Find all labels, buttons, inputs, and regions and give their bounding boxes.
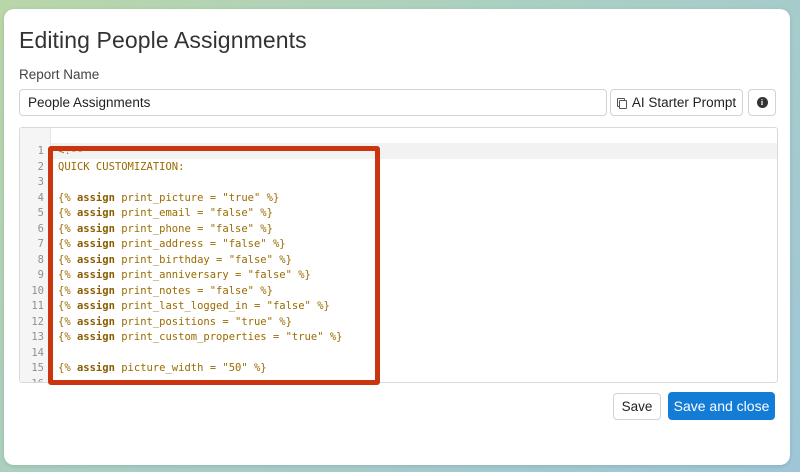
line-number: 14	[31, 346, 44, 359]
code-line[interactable]: QUICK CUSTOMIZATION:	[51, 159, 777, 175]
code-line-text: {% assign print_address = "false" %}	[58, 238, 286, 250]
save-and-close-button[interactable]: Save and close	[668, 392, 775, 420]
code-line-text: {% assign print_custom_properties = "tru…	[58, 331, 343, 343]
code-line-text: {% assign print_anniversary = "false" %}	[58, 269, 311, 281]
report-name-input[interactable]	[19, 89, 607, 116]
info-button[interactable]: i	[748, 89, 776, 116]
code-line[interactable]: {% assign print_picture = "true" %}	[51, 190, 777, 206]
code-line[interactable]: {% assign picture_width = "50" %}	[51, 360, 777, 376]
line-number: 2	[37, 160, 44, 173]
code-line[interactable]	[51, 376, 777, 383]
code-line[interactable]: {% assign print_birthday = "false" %}	[51, 252, 777, 268]
code-area[interactable]: <!-- QUICK CUSTOMIZATION: {% assign print_…	[51, 128, 777, 382]
edit-report-dialog: Editing People Assignments Report Name A…	[4, 9, 790, 465]
line-number: 12	[31, 315, 44, 328]
info-icon: i	[756, 97, 768, 108]
page-title: Editing People Assignments	[19, 27, 307, 53]
code-line[interactable]: {% assign print_custom_properties = "tru…	[51, 329, 777, 345]
code-line[interactable]: {% assign print_notes = "false" %}	[51, 283, 777, 299]
code-line[interactable]: {% assign print_address = "false" %}	[51, 236, 777, 252]
report-name-label: Report Name	[19, 67, 100, 82]
code-line[interactable]: {% assign print_email = "false" %}	[51, 205, 777, 221]
code-line[interactable]: {% assign print_last_logged_in = "false"…	[51, 298, 777, 314]
ai-starter-prompt-label: AI Starter Prompt	[631, 95, 737, 110]
code-line-text: {% assign print_last_logged_in = "false"…	[58, 300, 330, 312]
code-line-text: {% assign print_email = "false" %}	[58, 207, 273, 219]
line-number: 3	[37, 176, 44, 188]
code-line-text: {% assign print_birthday = "false" %}	[58, 253, 292, 266]
code-line[interactable]	[51, 345, 777, 361]
line-number: 16	[20, 376, 44, 383]
save-button[interactable]: Save	[613, 393, 661, 420]
code-editor[interactable]: <!-- QUICK CUSTOMIZATION: {% assign print_…	[19, 127, 778, 383]
code-line-text: QUICK CUSTOMIZATION:	[58, 160, 185, 173]
line-number: 13	[31, 331, 44, 343]
line-number: 6	[37, 222, 44, 235]
line-number: 4	[37, 191, 44, 204]
line-number: 7	[37, 238, 44, 250]
line-number: 11	[31, 300, 44, 312]
copy-icon	[616, 97, 627, 109]
line-number: 8	[37, 253, 44, 266]
code-line-text: {% assign print_positions = "true" %}	[58, 315, 292, 328]
code-line[interactable]: <!--	[51, 143, 777, 159]
line-number: 10	[31, 284, 44, 297]
code-line-text: {% assign print_phone = "false" %}	[58, 222, 273, 235]
ai-starter-prompt-button[interactable]: AI Starter Prompt	[610, 89, 743, 116]
line-number: 1	[37, 145, 44, 157]
code-line-text: <!--	[58, 145, 84, 157]
code-line-text: {% assign picture_width = "50" %}	[58, 362, 267, 374]
line-number: 9	[37, 269, 44, 281]
code-line-text: {% assign print_picture = "true" %}	[58, 191, 280, 204]
line-number: 15	[31, 362, 44, 374]
code-line[interactable]	[51, 174, 777, 190]
code-line-text: {% assign print_notes = "false" %}	[58, 284, 273, 297]
code-line[interactable]: {% assign print_phone = "false" %}	[51, 221, 777, 237]
line-number: 5	[37, 207, 44, 219]
code-line[interactable]: {% assign print_positions = "true" %}	[51, 314, 777, 330]
code-line[interactable]: {% assign print_anniversary = "false" %}	[51, 267, 777, 283]
